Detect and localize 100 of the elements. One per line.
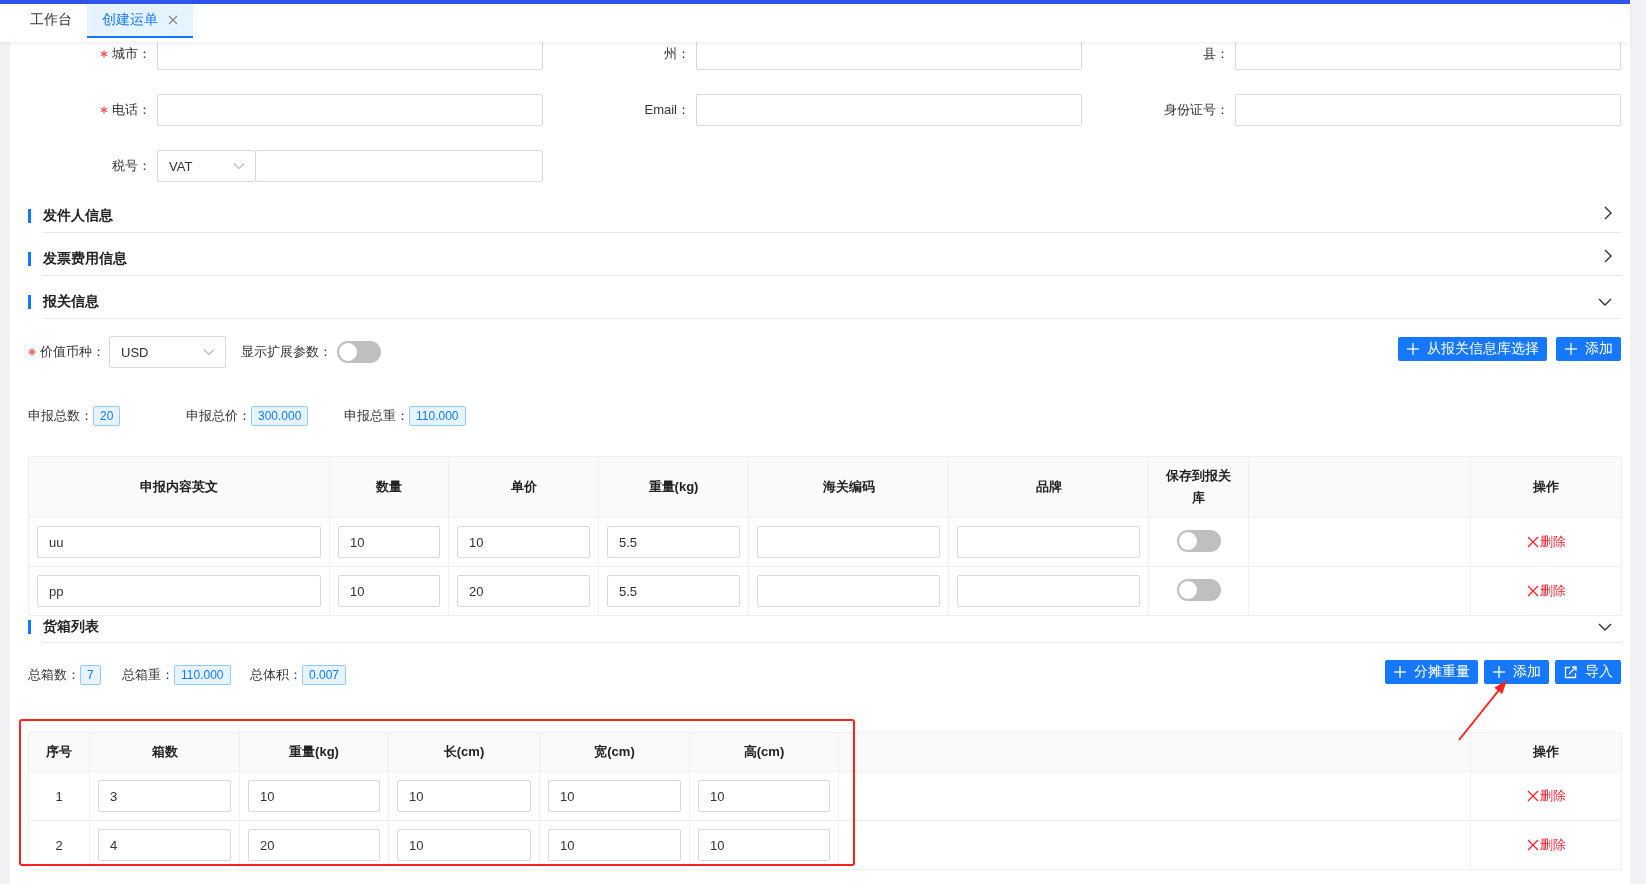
column-header: 申报内容英文 <box>140 479 218 494</box>
toggle-switch[interactable] <box>1176 529 1221 552</box>
action-button[interactable]: 导入 <box>1555 660 1621 684</box>
plus-icon <box>1394 666 1406 678</box>
text-field[interactable]: 10 <box>698 829 830 861</box>
text-field[interactable]: 10 <box>397 780 531 812</box>
section-marker <box>28 252 31 266</box>
tab[interactable]: 创建运单 <box>87 4 193 38</box>
text-field[interactable]: 10 <box>338 575 440 607</box>
total-label: 总体积： <box>250 666 302 684</box>
delete-button[interactable]: 删除 <box>1526 582 1566 600</box>
column-header: 箱数 <box>151 744 178 759</box>
section-title[interactable]: 发件人信息 <box>43 205 113 225</box>
total-label: 申报总价： <box>186 407 251 425</box>
text-field[interactable] <box>1235 94 1621 126</box>
text-field[interactable]: 5.5 <box>607 575 740 607</box>
chevron-down-icon[interactable] <box>1598 623 1612 631</box>
field-label: 县： <box>1203 45 1229 63</box>
column-header: 序号 <box>46 744 72 759</box>
column-header: 保存到报关库 <box>1166 468 1231 505</box>
text-field[interactable] <box>757 575 940 607</box>
section-marker <box>28 209 31 223</box>
total-value: 110.000 <box>409 406 466 426</box>
action-button[interactable]: 分摊重量 <box>1385 660 1478 684</box>
chevron-right-icon[interactable] <box>1604 206 1612 220</box>
field-label: 州： <box>664 45 690 63</box>
tab[interactable]: 工作台 <box>15 4 87 38</box>
text-field[interactable]: 10 <box>548 780 681 812</box>
text-field[interactable] <box>157 94 543 126</box>
total-value: 300.000 <box>251 406 309 426</box>
text-field[interactable]: 10 <box>548 829 681 861</box>
text-field[interactable] <box>696 94 1082 126</box>
column-header: 宽(cm) <box>594 744 635 759</box>
total-value: 0.007 <box>302 665 347 685</box>
section-marker <box>28 295 31 309</box>
cross-icon <box>1526 585 1539 597</box>
column-header: 重量(kg) <box>648 479 699 494</box>
text-field[interactable]: 10 <box>338 526 440 558</box>
toggle-label: 显示扩展参数： <box>241 343 332 361</box>
column-header: 长(cm) <box>443 744 485 759</box>
annotation-arrow <box>1458 680 1507 741</box>
total-label: 总箱数： <box>28 666 80 684</box>
text-field[interactable]: pp <box>37 575 321 607</box>
delete-button[interactable]: 删除 <box>1526 787 1566 805</box>
plus-icon <box>1565 343 1577 355</box>
section-title[interactable]: 货箱列表 <box>43 616 99 636</box>
text-field[interactable]: 20 <box>248 829 380 861</box>
field-label: 身份证号： <box>1164 101 1229 119</box>
plus-icon <box>1493 666 1505 678</box>
total-value: 20 <box>93 406 121 426</box>
column-header: 高(cm) <box>743 744 785 759</box>
caret-icon <box>233 162 245 170</box>
text-field[interactable]: uu <box>37 526 321 558</box>
action-button[interactable]: 添加 <box>1556 337 1621 361</box>
text-field[interactable] <box>757 526 940 558</box>
total-label: 申报总数： <box>28 407 93 425</box>
text-field[interactable]: 10 <box>698 780 830 812</box>
column-header: 单价 <box>510 479 537 494</box>
text-field[interactable]: 20 <box>457 575 590 607</box>
cross-icon <box>1526 790 1539 802</box>
total-value: 7 <box>80 665 101 685</box>
field-label: Email： <box>644 101 690 119</box>
text-field[interactable] <box>957 575 1140 607</box>
text-field[interactable] <box>157 42 543 70</box>
column-header: 操作 <box>1533 744 1559 759</box>
chevron-down-icon[interactable] <box>1598 298 1612 306</box>
text-field[interactable]: 5.5 <box>607 526 740 558</box>
row-number: 1 <box>55 788 63 804</box>
cross-icon <box>1526 536 1539 548</box>
field-label: 城市： <box>112 45 151 63</box>
toggle-switch[interactable] <box>337 341 381 363</box>
text-field[interactable] <box>1235 42 1621 70</box>
close-icon[interactable] <box>168 15 178 25</box>
section-title[interactable]: 发票费用信息 <box>43 248 127 268</box>
text-field[interactable] <box>957 526 1140 558</box>
tax-type-select[interactable]: VAT <box>157 150 255 182</box>
column-header: 操作 <box>1533 479 1559 494</box>
section-title[interactable]: 报关信息 <box>43 291 99 311</box>
chevron-right-icon[interactable] <box>1604 249 1612 263</box>
action-button[interactable]: 添加 <box>1484 660 1549 684</box>
section-marker <box>28 620 31 634</box>
cross-icon <box>1526 839 1539 851</box>
text-field[interactable]: 10 <box>457 526 590 558</box>
delete-button[interactable]: 删除 <box>1526 533 1566 551</box>
column-header: 数量 <box>376 479 402 494</box>
text-field[interactable]: 4 <box>98 829 231 861</box>
total-value: 110.000 <box>174 665 231 685</box>
delete-button[interactable]: 删除 <box>1526 836 1566 854</box>
toggle-switch[interactable] <box>1176 578 1221 601</box>
total-label: 申报总重： <box>344 407 409 425</box>
text-field[interactable]: 10 <box>248 780 380 812</box>
tax-number-field[interactable] <box>255 150 543 182</box>
text-field[interactable]: 3 <box>98 780 231 812</box>
column-header: 重量(kg) <box>289 744 339 759</box>
currency-select[interactable]: USD <box>109 336 226 368</box>
field-label: 电话： <box>112 101 151 119</box>
action-button[interactable]: 从报关信息库选择 <box>1398 337 1547 361</box>
text-field[interactable]: 10 <box>397 829 531 861</box>
caret-icon <box>203 348 215 356</box>
text-field[interactable] <box>696 42 1082 70</box>
